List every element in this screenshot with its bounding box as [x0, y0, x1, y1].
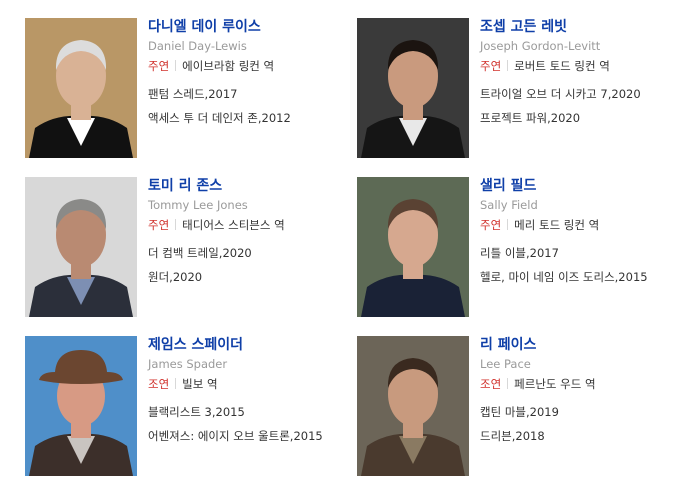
role-name: 태디어스 스티븐스 역 [182, 218, 285, 232]
role-type: 주연 [148, 59, 170, 73]
divider [175, 219, 177, 230]
actor-photo[interactable] [25, 177, 137, 317]
role-type: 주연 [480, 218, 502, 232]
actor-name-link[interactable]: 토미 리 존스 [148, 177, 358, 195]
actor-name-link[interactable]: 리 페이스 [480, 336, 686, 354]
actor-info: 토미 리 존스 Tommy Lee Jones 주연 태디어스 스티븐스 역 더 … [148, 177, 358, 293]
divider [507, 378, 509, 389]
role-name: 메리 토드 링컨 역 [514, 218, 600, 232]
actor-photo[interactable] [25, 336, 137, 476]
actor-photo[interactable] [357, 18, 469, 158]
filmography: 블랙리스트 3,2015 어벤져스: 에이지 오브 울트론,2015 [148, 404, 358, 444]
actor-english-name: Sally Field [480, 198, 538, 212]
cast-card: 제임스 스페이더 James Spader 조연 빌보 역 블랙리스트 3,201… [25, 336, 355, 476]
work-link[interactable]: 팬텀 스레드,2017 [148, 86, 358, 102]
cast-card: 리 페이스 Lee Pace 조연 페르난도 우드 역 캡틴 마블,2019 드리… [357, 336, 686, 476]
role-type: 주연 [480, 59, 502, 73]
divider [175, 60, 177, 71]
cast-grid: 다니엘 데이 루이스 Daniel Day-Lewis 주연 에이브라함 링컨 역… [0, 0, 686, 484]
work-link[interactable]: 원더,2020 [148, 269, 358, 285]
work-link[interactable]: 프로젝트 파워,2020 [480, 110, 686, 126]
filmography: 팬텀 스레드,2017 액세스 투 더 데인저 존,2012 [148, 86, 358, 126]
work-link[interactable]: 캡틴 마블,2019 [480, 404, 686, 420]
actor-photo[interactable] [357, 177, 469, 317]
role-name: 에이브라함 링컨 역 [182, 59, 275, 73]
work-link[interactable]: 리틀 이블,2017 [480, 245, 686, 261]
divider [175, 378, 177, 389]
actor-english-name: Daniel Day-Lewis [148, 39, 247, 53]
divider [507, 219, 509, 230]
cast-card: 다니엘 데이 루이스 Daniel Day-Lewis 주연 에이브라함 링컨 역… [25, 18, 355, 158]
work-link[interactable]: 헬로, 마이 네임 이즈 도리스,2015 [480, 269, 686, 285]
cast-card: 샐리 필드 Sally Field 주연 메리 토드 링컨 역 리틀 이블,201… [357, 177, 686, 317]
work-link[interactable]: 어벤져스: 에이지 오브 울트론,2015 [148, 428, 358, 444]
role-line: 조연 페르난도 우드 역 [480, 376, 686, 392]
cast-card: 토미 리 존스 Tommy Lee Jones 주연 태디어스 스티븐스 역 더 … [25, 177, 355, 317]
filmography: 리틀 이블,2017 헬로, 마이 네임 이즈 도리스,2015 [480, 245, 686, 285]
role-line: 주연 태디어스 스티븐스 역 [148, 217, 358, 233]
actor-english-name: Tommy Lee Jones [148, 198, 248, 212]
filmography: 더 컴백 트레일,2020 원더,2020 [148, 245, 358, 285]
work-link[interactable]: 블랙리스트 3,2015 [148, 404, 358, 420]
role-type: 주연 [148, 218, 170, 232]
actor-info: 리 페이스 Lee Pace 조연 페르난도 우드 역 캡틴 마블,2019 드리… [480, 336, 686, 452]
actor-info: 제임스 스페이더 James Spader 조연 빌보 역 블랙리스트 3,201… [148, 336, 358, 452]
actor-name-link[interactable]: 다니엘 데이 루이스 [148, 18, 358, 36]
filmography: 캡틴 마블,2019 드리븐,2018 [480, 404, 686, 444]
role-line: 주연 메리 토드 링컨 역 [480, 217, 686, 233]
actor-info: 다니엘 데이 루이스 Daniel Day-Lewis 주연 에이브라함 링컨 역… [148, 18, 358, 134]
cast-card: 조셉 고든 레빗 Joseph Gordon-Levitt 주연 로버트 토드 링… [357, 18, 686, 158]
role-name: 로버트 토드 링컨 역 [514, 59, 610, 73]
actor-name-link[interactable]: 제임스 스페이더 [148, 336, 358, 354]
filmography: 트라이얼 오브 더 시카고 7,2020 프로젝트 파워,2020 [480, 86, 686, 126]
role-name: 빌보 역 [182, 377, 218, 391]
role-line: 조연 빌보 역 [148, 376, 358, 392]
actor-english-name: Joseph Gordon-Levitt [480, 39, 601, 53]
work-link[interactable]: 트라이얼 오브 더 시카고 7,2020 [480, 86, 686, 102]
role-type: 조연 [148, 377, 170, 391]
role-type: 조연 [480, 377, 502, 391]
actor-photo[interactable] [25, 18, 137, 158]
work-link[interactable]: 액세스 투 더 데인저 존,2012 [148, 110, 358, 126]
role-line: 주연 로버트 토드 링컨 역 [480, 58, 686, 74]
role-line: 주연 에이브라함 링컨 역 [148, 58, 358, 74]
role-name: 페르난도 우드 역 [514, 377, 596, 391]
divider [507, 60, 509, 71]
actor-english-name: Lee Pace [480, 357, 531, 371]
actor-name-link[interactable]: 조셉 고든 레빗 [480, 18, 686, 36]
work-link[interactable]: 드리븐,2018 [480, 428, 686, 444]
actor-english-name: James Spader [148, 357, 228, 371]
actor-info: 샐리 필드 Sally Field 주연 메리 토드 링컨 역 리틀 이블,201… [480, 177, 686, 293]
actor-photo[interactable] [357, 336, 469, 476]
actor-info: 조셉 고든 레빗 Joseph Gordon-Levitt 주연 로버트 토드 링… [480, 18, 686, 134]
work-link[interactable]: 더 컴백 트레일,2020 [148, 245, 358, 261]
actor-name-link[interactable]: 샐리 필드 [480, 177, 686, 195]
